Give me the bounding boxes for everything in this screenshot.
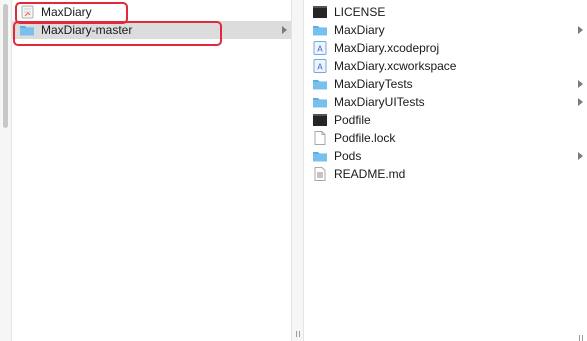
list-item-label: MaxDiaryUITests — [334, 95, 425, 109]
terminal-file-icon — [312, 5, 328, 19]
list-item-label: Podfile — [334, 113, 371, 127]
chevron-right-icon — [578, 80, 583, 88]
list-item-label: MaxDiary — [41, 5, 92, 19]
xcode-project-icon: A — [312, 41, 328, 55]
resize-grip[interactable] — [299, 331, 300, 337]
list-item-pods[interactable]: Pods — [304, 147, 587, 165]
chevron-right-icon — [578, 98, 583, 106]
left-scrollbar-thumb[interactable] — [3, 4, 8, 128]
list-item-maxdiary-app[interactable]: MaxDiary — [12, 3, 291, 21]
list-item-maxdiarytests[interactable]: MaxDiaryTests — [304, 75, 587, 93]
app-icon — [20, 5, 36, 19]
right-resize-handle[interactable] — [576, 333, 587, 341]
column-divider[interactable] — [291, 0, 304, 341]
folder-icon — [312, 95, 328, 109]
xcode-workspace-icon: A — [312, 59, 328, 73]
list-item-label: MaxDiary — [334, 23, 385, 37]
list-item-label: MaxDiary-master — [41, 23, 133, 37]
folder-icon — [312, 23, 328, 37]
list-item-license[interactable]: LICENSE — [304, 3, 587, 21]
list-item-label: MaxDiaryTests — [334, 77, 413, 91]
list-item-label: LICENSE — [334, 5, 386, 19]
svg-text:A: A — [317, 45, 323, 54]
finder-column-right: LICENSE MaxDiary A MaxDiary.xcodeproj A … — [304, 0, 587, 341]
chevron-right-icon — [578, 152, 583, 160]
list-item-maxdiaryuitests[interactable]: MaxDiaryUITests — [304, 93, 587, 111]
resize-grip[interactable] — [582, 335, 583, 341]
list-item-podfile-lock[interactable]: Podfile.lock — [304, 129, 587, 147]
folder-icon — [312, 149, 328, 163]
folder-icon — [312, 77, 328, 91]
list-item-label: Pods — [334, 149, 362, 163]
list-item-label: MaxDiary.xcworkspace — [334, 59, 457, 73]
text-document-icon — [312, 167, 328, 181]
list-item-label: MaxDiary.xcodeproj — [334, 41, 440, 55]
left-scrollbar[interactable] — [0, 0, 12, 341]
list-item-label: README.md — [334, 167, 406, 181]
finder-column-left: MaxDiary MaxDiary-master — [0, 0, 291, 341]
resize-grip[interactable] — [296, 331, 297, 337]
folder-icon — [19, 23, 35, 37]
list-item-readme[interactable]: README.md — [304, 165, 587, 183]
list-item-xcworkspace[interactable]: A MaxDiary.xcworkspace — [304, 57, 587, 75]
list-item-label: Podfile.lock — [334, 131, 396, 145]
list-item-maxdiary-master[interactable]: MaxDiary-master — [12, 21, 291, 39]
svg-text:A: A — [317, 63, 323, 72]
list-item-xcodeproj[interactable]: A MaxDiary.xcodeproj — [304, 39, 587, 57]
terminal-file-icon — [312, 113, 328, 127]
chevron-right-icon — [282, 26, 287, 34]
list-item-maxdiary-folder[interactable]: MaxDiary — [304, 21, 587, 39]
chevron-right-icon — [578, 26, 583, 34]
document-icon — [312, 131, 328, 145]
resize-grip[interactable] — [579, 335, 580, 341]
list-item-podfile[interactable]: Podfile — [304, 111, 587, 129]
